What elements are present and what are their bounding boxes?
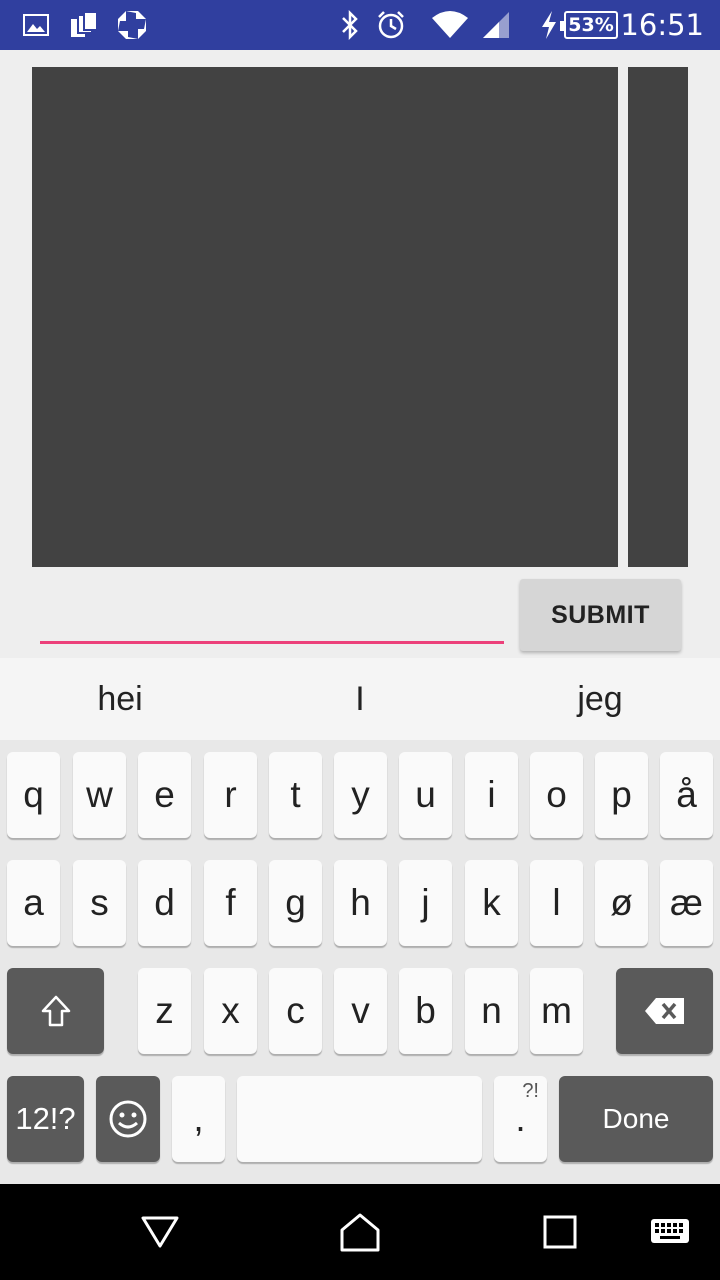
- comma-key[interactable]: ,: [172, 1076, 225, 1162]
- navigation-bar: [0, 1184, 720, 1280]
- backspace-key[interactable]: [616, 968, 713, 1054]
- status-bar: 53% 16:51: [0, 0, 720, 50]
- suggestion-strip: hei I jeg: [0, 658, 720, 740]
- key-c[interactable]: c: [269, 968, 322, 1054]
- home-icon: [340, 1213, 380, 1252]
- key-a[interactable]: a: [7, 860, 60, 946]
- charging-icon: [538, 0, 560, 50]
- period-key[interactable]: . ?!: [494, 1076, 547, 1162]
- side-panel: [628, 67, 688, 567]
- backspace-icon: [644, 998, 684, 1024]
- suggestion-1[interactable]: hei: [0, 658, 240, 740]
- back-icon: [141, 1216, 179, 1248]
- key-n[interactable]: n: [465, 968, 518, 1054]
- space-key[interactable]: [237, 1076, 482, 1162]
- keyboard: q w e r t y u i o p å a s d f g h j k l …: [0, 740, 720, 1184]
- recents-button[interactable]: [500, 1184, 620, 1280]
- key-h[interactable]: h: [334, 860, 387, 946]
- period-hint: ?!: [522, 1080, 539, 1102]
- suggestion-2[interactable]: I: [240, 658, 480, 740]
- submit-button[interactable]: SUBMIT: [520, 579, 681, 651]
- wifi-icon: [430, 0, 470, 50]
- emoji-icon: [109, 1100, 147, 1138]
- emoji-key[interactable]: [96, 1076, 160, 1162]
- key-s[interactable]: s: [73, 860, 126, 946]
- key-y[interactable]: y: [334, 752, 387, 838]
- key-v[interactable]: v: [334, 968, 387, 1054]
- symbols-key[interactable]: 12!?: [7, 1076, 84, 1162]
- battery-percent: 53%: [568, 14, 614, 36]
- key-f[interactable]: f: [204, 860, 257, 946]
- video-view: [32, 67, 618, 567]
- keyboard-switch-button[interactable]: [620, 1184, 720, 1280]
- battery-icon: 53%: [560, 0, 619, 50]
- key-b[interactable]: b: [399, 968, 452, 1054]
- key-g[interactable]: g: [269, 860, 322, 946]
- key-e[interactable]: e: [138, 752, 191, 838]
- key-q[interactable]: q: [7, 752, 60, 838]
- chase-logo-icon: [115, 0, 149, 50]
- signal-icon: [480, 0, 512, 50]
- gallery-icon: [22, 0, 50, 50]
- text-input[interactable]: [40, 590, 504, 644]
- key-t[interactable]: t: [269, 752, 322, 838]
- key-m[interactable]: m: [530, 968, 583, 1054]
- period-label: .: [515, 1098, 526, 1139]
- done-key[interactable]: Done: [559, 1076, 713, 1162]
- key-o-slash[interactable]: ø: [595, 860, 648, 946]
- bluetooth-icon: [338, 0, 362, 50]
- key-o[interactable]: o: [530, 752, 583, 838]
- key-j[interactable]: j: [399, 860, 452, 946]
- key-z[interactable]: z: [138, 968, 191, 1054]
- key-u[interactable]: u: [399, 752, 452, 838]
- key-w[interactable]: w: [73, 752, 126, 838]
- home-button[interactable]: [300, 1184, 420, 1280]
- back-button[interactable]: [100, 1184, 220, 1280]
- key-l[interactable]: l: [530, 860, 583, 946]
- key-x[interactable]: x: [204, 968, 257, 1054]
- key-k[interactable]: k: [465, 860, 518, 946]
- key-a-ring[interactable]: å: [660, 752, 713, 838]
- key-d[interactable]: d: [138, 860, 191, 946]
- key-ae[interactable]: æ: [660, 860, 713, 946]
- key-i[interactable]: i: [465, 752, 518, 838]
- suggestion-3[interactable]: jeg: [480, 658, 720, 740]
- key-r[interactable]: r: [204, 752, 257, 838]
- clock: 16:51: [620, 8, 704, 42]
- shift-icon: [41, 995, 70, 1027]
- recents-icon: [543, 1215, 577, 1249]
- key-p[interactable]: p: [595, 752, 648, 838]
- stack-icon: [68, 0, 100, 50]
- alarm-icon: [374, 0, 408, 50]
- keyboard-icon: [651, 1219, 689, 1243]
- shift-key[interactable]: [7, 968, 104, 1054]
